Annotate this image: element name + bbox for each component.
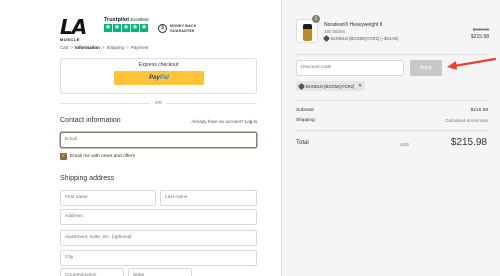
paypal-logo: PayPal	[149, 75, 169, 81]
shipping-row: Shipping Calculated at next step	[296, 118, 488, 123]
guarantee-line2: GUARANTEE	[170, 28, 195, 33]
city-field[interactable]: City	[60, 250, 257, 266]
chevron-right-icon: >	[70, 45, 74, 50]
product-variant: 180 Tablets	[324, 29, 346, 34]
apply-button[interactable]: Apply	[410, 60, 442, 76]
divider-line	[296, 100, 488, 101]
trustpilot-stars: ★ ★ ★ ★ ★	[104, 24, 148, 32]
product-name: Noratean® Heavyweight II	[324, 22, 383, 28]
breadcrumb-shipping: Shipping	[106, 45, 125, 50]
breadcrumb: Cart > Information > Shipping > Payment	[60, 45, 148, 50]
trustpilot-name: Trustpilot	[104, 17, 130, 23]
trustpilot-badge: Trustpilot Excellent ★ ★ ★ ★ ★	[104, 17, 150, 39]
tag-icon	[322, 34, 331, 43]
breadcrumb-payment: Payment	[130, 45, 149, 50]
subtotal-value: $215.98	[470, 108, 488, 113]
divider-line	[296, 130, 488, 131]
star-icon: ★	[104, 24, 112, 32]
product-discount-text: BUNDLE-[BGGMQYGR2] (−$24.00)	[331, 36, 399, 41]
discounted-price: $215.98	[470, 34, 489, 40]
product-bottle-image	[303, 24, 312, 41]
newsletter-checkbox-row[interactable]: ✓ Email me with news and offers	[60, 153, 135, 160]
newsletter-label: Email me with news and offers	[70, 154, 135, 159]
brand-logo[interactable]: LA MUSCLE	[60, 15, 94, 42]
total-value: $215.98	[450, 137, 487, 148]
subtotal-row: Subtotal $215.98	[296, 108, 488, 113]
total-currency: USD	[400, 142, 409, 147]
remove-discount-icon[interactable]: ✕	[358, 83, 362, 89]
express-checkout-title: Express checkout	[138, 62, 179, 68]
subtotal-label: Subtotal	[296, 108, 314, 113]
star-icon: ★	[131, 24, 139, 32]
address-field[interactable]: Address	[60, 209, 257, 225]
shipping-label: Shipping	[296, 118, 315, 123]
discount-code-input[interactable]: Discount code	[296, 60, 404, 76]
logo-mark: LA	[60, 15, 87, 39]
shipping-value: Calculated at next step	[445, 118, 488, 123]
applied-discount-code: BUNDLE-[BGGMQYGR2]	[306, 83, 355, 89]
checkout-form-panel: LA MUSCLE Trustpilot Excellent ★ ★ ★ ★ ★…	[0, 0, 281, 276]
login-prompt: Already have an account? Log in	[191, 119, 257, 124]
apartment-field[interactable]: Apartment, suite, etc. (optional)	[60, 230, 257, 246]
quantity-badge: 1	[312, 15, 320, 23]
contact-information-title: Contact information	[60, 117, 121, 124]
chevron-right-icon: >	[126, 45, 129, 50]
express-checkout: Express checkout PayPal	[60, 58, 257, 94]
or-divider: OR	[60, 100, 257, 106]
login-link[interactable]: Log in	[245, 119, 257, 124]
or-label: OR	[155, 100, 162, 105]
star-icon: ★	[113, 24, 121, 32]
guarantee-line1: MONEY BACK	[170, 24, 197, 29]
checkout-page: LA MUSCLE Trustpilot Excellent ★ ★ ★ ★ ★…	[0, 0, 500, 276]
total-label: Total	[296, 140, 309, 146]
original-price: $239.98	[472, 27, 489, 32]
email-field[interactable]: Email	[60, 132, 257, 148]
star-icon: ★	[122, 24, 130, 32]
first-name-field[interactable]: First name	[60, 190, 156, 206]
shipping-address-title: Shipping address	[60, 175, 115, 182]
dollar-refresh-icon: $	[158, 24, 167, 33]
applied-discount-chip: BUNDLE-[BGGMQYGR2] ✕	[296, 81, 366, 91]
breadcrumb-information: Information	[75, 45, 100, 50]
red-arrow-annotation-icon	[447, 57, 497, 70]
order-summary-panel: 1 Noratean® Heavyweight II 180 Tablets B…	[281, 0, 500, 276]
trustpilot-rating-label: Excellent	[130, 17, 149, 22]
paypal-logo-pal: Pal	[159, 75, 169, 81]
paypal-button[interactable]: PayPal	[114, 71, 204, 85]
tag-icon	[297, 82, 306, 90]
state-select[interactable]: State	[128, 268, 192, 276]
paypal-logo-pay: Pay	[149, 75, 160, 81]
breadcrumb-cart[interactable]: Cart	[60, 45, 69, 50]
last-name-field[interactable]: Last name	[160, 190, 257, 206]
login-prompt-text: Already have an account?	[191, 119, 244, 124]
money-back-guarantee: $ MONEY BACK GUARANTEE	[158, 24, 197, 33]
chevron-right-icon: >	[101, 45, 105, 50]
country-select[interactable]: Country/region	[60, 268, 124, 276]
divider-line	[296, 54, 488, 55]
logo-subtitle: MUSCLE	[60, 37, 80, 42]
star-icon: ★	[140, 24, 148, 32]
product-discount: BUNDLE-[BGGMQYGR2] (−$24.00)	[322, 34, 399, 43]
checkbox-checked-icon[interactable]: ✓	[60, 153, 67, 160]
